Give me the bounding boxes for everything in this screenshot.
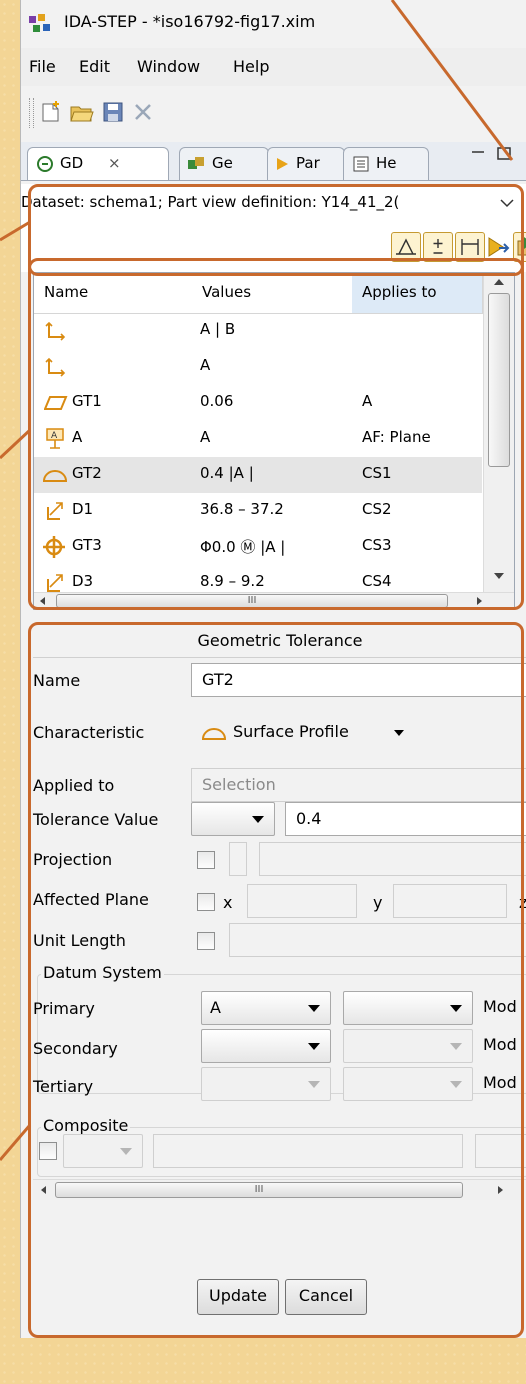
callout-lines: [0, 0, 514, 1161]
